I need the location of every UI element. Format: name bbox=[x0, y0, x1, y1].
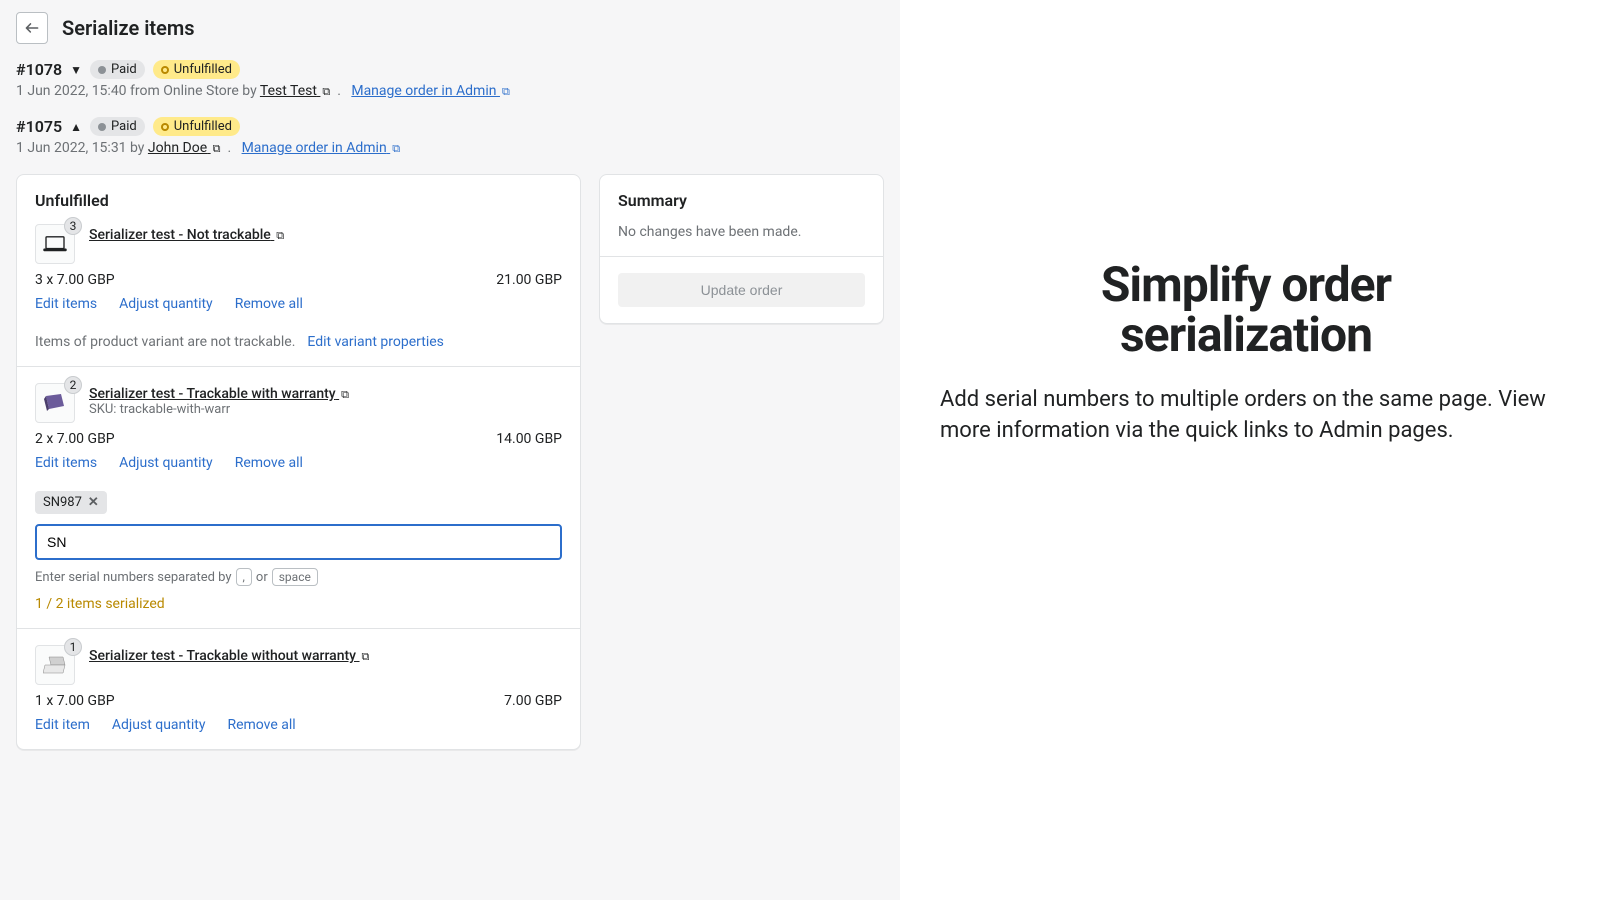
open-laptop-icon bbox=[43, 655, 67, 675]
not-trackable-note: Items of product variant are not trackab… bbox=[35, 334, 295, 350]
price-right: 21.00 GBP bbox=[496, 272, 562, 288]
page-title: Serialize items bbox=[62, 16, 195, 40]
external-link-icon: ⧉ bbox=[276, 229, 284, 243]
item-thumbnail: 2 bbox=[35, 383, 75, 423]
promo-title: Simplify orderserialization bbox=[940, 260, 1552, 361]
price-left: 1 x 7.00 GBP bbox=[35, 693, 115, 709]
qty-badge: 3 bbox=[64, 217, 82, 235]
edit-items-link[interactable]: Edit items bbox=[35, 455, 97, 471]
paid-badge: Paid bbox=[90, 117, 145, 136]
serialized-count: 1 / 2 items serialized bbox=[35, 596, 562, 612]
remove-tag-icon[interactable]: ✕ bbox=[88, 495, 99, 510]
order-header-1078[interactable]: #1078 ▼ Paid Unfulfilled bbox=[16, 60, 884, 79]
qty-badge: 2 bbox=[64, 376, 82, 394]
edit-items-link[interactable]: Edit items bbox=[35, 296, 97, 312]
price-right: 14.00 GBP bbox=[496, 431, 562, 447]
laptop-icon bbox=[42, 235, 68, 253]
input-hint: Enter serial numbers separated by , or s… bbox=[35, 568, 562, 586]
adjust-quantity-link[interactable]: Adjust quantity bbox=[119, 296, 213, 312]
manage-order-link[interactable]: Manage order in Admin ⧉ bbox=[351, 83, 509, 99]
manage-order-link[interactable]: Manage order in Admin ⧉ bbox=[242, 140, 400, 156]
paid-badge: Paid bbox=[90, 60, 145, 79]
comma-key: , bbox=[236, 568, 252, 586]
unfulfilled-badge: Unfulfilled bbox=[153, 117, 240, 136]
item-name-link[interactable]: Serializer test - Trackable with warrant… bbox=[89, 386, 349, 402]
device-icon bbox=[43, 393, 67, 413]
back-button[interactable] bbox=[16, 12, 48, 44]
author-link[interactable]: Test Test ⧉ bbox=[260, 83, 330, 99]
chevron-up-icon: ▲ bbox=[70, 120, 82, 134]
space-key: space bbox=[272, 568, 318, 586]
remove-all-link[interactable]: Remove all bbox=[227, 717, 295, 733]
item-thumbnail: 3 bbox=[35, 224, 75, 264]
external-link-icon: ⧉ bbox=[322, 85, 330, 99]
adjust-quantity-link[interactable]: Adjust quantity bbox=[112, 717, 206, 733]
adjust-quantity-link[interactable]: Adjust quantity bbox=[119, 455, 213, 471]
serial-tag: SN987 ✕ bbox=[35, 491, 107, 514]
summary-card: Summary No changes have been made. Updat… bbox=[599, 174, 884, 324]
order-number: #1078 bbox=[16, 60, 62, 79]
qty-badge: 1 bbox=[64, 638, 82, 656]
order-meta-1075: 1 Jun 2022, 15:31 by John Doe ⧉ . Manage… bbox=[16, 140, 884, 156]
update-order-button[interactable]: Update order bbox=[618, 273, 865, 307]
item-thumbnail: 1 bbox=[35, 645, 75, 685]
unfulfilled-title: Unfulfilled bbox=[35, 191, 562, 210]
order-meta-1078: 1 Jun 2022, 15:40 from Online Store by T… bbox=[16, 83, 884, 99]
edit-item-link[interactable]: Edit item bbox=[35, 717, 90, 733]
item-name-link[interactable]: Serializer test - Trackable without warr… bbox=[89, 648, 369, 664]
external-link-icon: ⧉ bbox=[213, 142, 221, 156]
price-left: 2 x 7.00 GBP bbox=[35, 431, 115, 447]
remove-all-link[interactable]: Remove all bbox=[235, 455, 303, 471]
author-link[interactable]: John Doe ⧉ bbox=[148, 140, 221, 156]
summary-title: Summary bbox=[618, 191, 865, 210]
external-link-icon: ⧉ bbox=[341, 388, 349, 402]
external-link-icon: ⧉ bbox=[392, 142, 400, 156]
order-header-1075[interactable]: #1075 ▲ Paid Unfulfilled bbox=[16, 117, 884, 136]
promo-panel: Simplify orderserialization Add serial n… bbox=[900, 0, 1600, 900]
summary-text: No changes have been made. bbox=[618, 224, 865, 240]
price-left: 3 x 7.00 GBP bbox=[35, 272, 115, 288]
external-link-icon: ⧉ bbox=[502, 85, 510, 99]
serial-number-input[interactable] bbox=[35, 524, 562, 560]
promo-description: Add serial numbers to multiple orders on… bbox=[940, 385, 1552, 447]
edit-variant-link[interactable]: Edit variant properties bbox=[307, 334, 443, 350]
arrow-left-icon bbox=[24, 20, 40, 36]
external-link-icon: ⧉ bbox=[362, 650, 370, 664]
remove-all-link[interactable]: Remove all bbox=[235, 296, 303, 312]
unfulfilled-badge: Unfulfilled bbox=[153, 60, 240, 79]
order-number: #1075 bbox=[16, 117, 62, 136]
price-right: 7.00 GBP bbox=[504, 693, 562, 709]
unfulfilled-card: Unfulfilled 3 Serializer test - Not trac… bbox=[16, 174, 581, 750]
chevron-down-icon: ▼ bbox=[70, 63, 82, 77]
item-name-link[interactable]: Serializer test - Not trackable ⧉ bbox=[89, 227, 284, 243]
sku-text: SKU: trackable-with-warr bbox=[89, 402, 349, 417]
